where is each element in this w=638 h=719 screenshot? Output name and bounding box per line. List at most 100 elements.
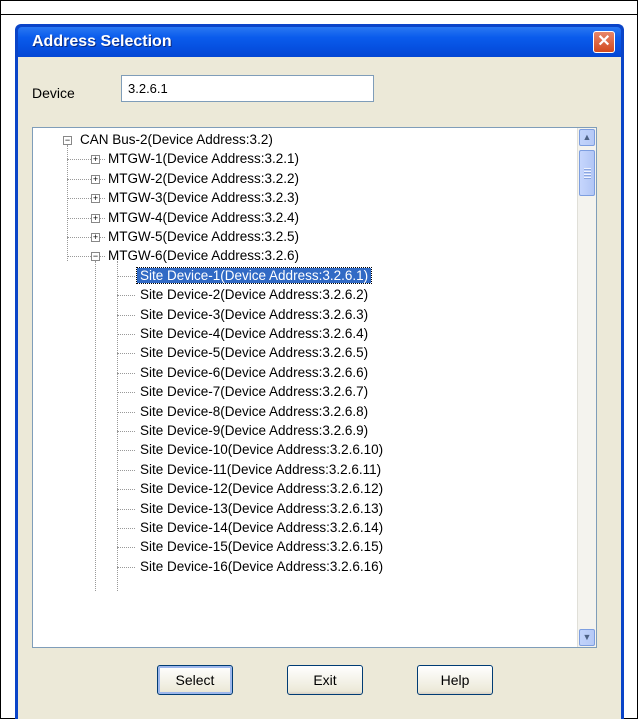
tree-node-site-device-5[interactable]: Site Device-5(Device Address:3.2.6.5)	[137, 344, 371, 362]
tree-connector-line	[117, 566, 135, 568]
expand-icon[interactable]: +	[91, 213, 100, 223]
scroll-thumb[interactable]	[579, 150, 595, 196]
dialog-client-area: Device CAN Bus-2(Device Address:3.2)−MTG…	[18, 57, 621, 719]
tree-connector-line	[100, 198, 105, 200]
close-button[interactable]: ✕	[593, 31, 615, 53]
device-input[interactable]	[121, 75, 374, 102]
expand-icon[interactable]: +	[91, 155, 100, 165]
tree-node-site-device-15[interactable]: Site Device-15(Device Address:3.2.6.15)	[137, 538, 386, 556]
tree-connector-line	[117, 547, 135, 549]
tree-connector-line	[117, 508, 135, 510]
close-icon: ✕	[597, 33, 611, 50]
address-selection-dialog: Address Selection ✕ Device CAN Bus-2(Dev…	[15, 24, 624, 719]
collapse-icon[interactable]: −	[63, 136, 72, 145]
chevron-up-icon: ▲	[582, 132, 592, 142]
tree-node-mtgw-3-label: MTGW-3(Device Address:3.2.3)	[108, 190, 300, 206]
tree-node-site-device-4[interactable]: Site Device-4(Device Address:3.2.6.4)	[137, 325, 371, 343]
thumb-grip	[584, 168, 591, 170]
tree-node-mtgw-1[interactable]: MTGW-1(Device Address:3.2.1)	[105, 150, 302, 168]
expand-icon[interactable]: +	[91, 174, 100, 184]
tree-node-site-device-10-label: Site Device-10(Device Address:3.2.6.10)	[140, 442, 384, 458]
tree-node-mtgw-4[interactable]: MTGW-4(Device Address:3.2.4)	[105, 209, 302, 227]
tree-connector-line	[95, 261, 96, 592]
tree-node-site-device-14[interactable]: Site Device-14(Device Address:3.2.6.14)	[137, 519, 386, 537]
tree-node-site-device-2-label: Site Device-2(Device Address:3.2.6.2)	[140, 287, 369, 303]
tree-node-mtgw-3[interactable]: MTGW-3(Device Address:3.2.3)	[105, 189, 302, 207]
tree-node-site-device-7[interactable]: Site Device-7(Device Address:3.2.6.7)	[137, 383, 371, 401]
tree-connector-line	[117, 431, 135, 432]
title-bar[interactable]: Address Selection ✕	[18, 27, 621, 57]
tree-connector-line	[67, 256, 91, 258]
tree-node-site-device-15-label: Site Device-15(Device Address:3.2.6.15)	[140, 539, 384, 555]
tree-connector-line	[100, 159, 105, 161]
tree-node-site-device-1-label: Site Device-1(Device Address:3.2.6.1)	[135, 266, 373, 284]
tree-connector-line	[117, 392, 135, 394]
device-label: Device	[32, 85, 75, 101]
tree-connector-line	[117, 314, 135, 316]
expand-icon[interactable]: +	[91, 233, 100, 242]
tree-connector-line	[67, 159, 91, 161]
tree-connector-line	[100, 178, 105, 180]
tree-node-site-device-6[interactable]: Site Device-6(Device Address:3.2.6.6)	[137, 364, 371, 382]
select-button[interactable]: Select	[157, 665, 233, 695]
tree-connector-line	[117, 450, 135, 452]
tree-connector-line	[100, 256, 105, 258]
tree-node-mtgw-6-label: MTGW-6(Device Address:3.2.6)	[108, 248, 300, 264]
tree-connector-line	[67, 217, 91, 219]
tree-connector-line	[117, 334, 135, 335]
tree-node-site-device-12-label: Site Device-12(Device Address:3.2.6.12)	[140, 481, 384, 497]
tree-node-can-bus-2[interactable]: CAN Bus-2(Device Address:3.2)	[77, 131, 276, 149]
tree-node-site-device-16-label: Site Device-16(Device Address:3.2.6.16)	[140, 558, 384, 574]
thumb-grip	[584, 171, 591, 173]
tree-node-site-device-9-label: Site Device-9(Device Address:3.2.6.9)	[140, 423, 369, 438]
tree-node-mtgw-2-label: MTGW-2(Device Address:3.2.2)	[108, 170, 300, 186]
tree-connector-line	[117, 469, 135, 471]
tree-node-site-device-9[interactable]: Site Device-9(Device Address:3.2.6.9)	[137, 422, 371, 440]
tree-node-site-device-4-label: Site Device-4(Device Address:3.2.6.4)	[140, 326, 369, 341]
tree-node-mtgw-6[interactable]: MTGW-6(Device Address:3.2.6)	[105, 247, 302, 265]
tree-connector-line	[100, 237, 105, 238]
tree-content: CAN Bus-2(Device Address:3.2) − MTGW-1(Dev…	[33, 128, 578, 647]
exit-button[interactable]: Exit	[287, 665, 363, 695]
tree-node-site-device-10[interactable]: Site Device-10(Device Address:3.2.6.10)	[137, 441, 386, 459]
tree-node-site-device-1[interactable]: Site Device-1(Device Address:3.2.6.1)	[135, 266, 373, 285]
tree-node-site-device-16[interactable]: Site Device-16(Device Address:3.2.6.16)	[137, 558, 386, 576]
tree-node-site-device-8[interactable]: Site Device-8(Device Address:3.2.6.8)	[137, 403, 371, 421]
tree-node-site-device-12[interactable]: Site Device-12(Device Address:3.2.6.12)	[137, 480, 386, 498]
tree-node-site-device-13[interactable]: Site Device-13(Device Address:3.2.6.13)	[137, 500, 386, 518]
help-button[interactable]: Help	[417, 665, 493, 695]
outer-divider	[0, 14, 638, 15]
tree-node-site-device-8-label: Site Device-8(Device Address:3.2.6.8)	[140, 403, 369, 419]
tree-connector-line	[100, 217, 105, 219]
tree-node-mtgw-5-label: MTGW-5(Device Address:3.2.5)	[108, 229, 300, 244]
expand-icon[interactable]: +	[91, 194, 100, 204]
tree-node-site-device-2[interactable]: Site Device-2(Device Address:3.2.6.2)	[137, 286, 371, 304]
address-tree[interactable]: CAN Bus-2(Device Address:3.2) − MTGW-1(Dev…	[32, 127, 597, 648]
tree-node-mtgw-5[interactable]: MTGW-5(Device Address:3.2.5)	[105, 228, 302, 246]
thumb-grip	[584, 174, 591, 176]
tree-node-mtgw-1-label: MTGW-1(Device Address:3.2.1)	[108, 151, 300, 167]
tree-connector-line	[67, 237, 91, 238]
tree-connector-line	[117, 411, 135, 413]
tree-node-mtgw-2[interactable]: MTGW-2(Device Address:3.2.2)	[105, 170, 302, 188]
tree-node-site-device-6-label: Site Device-6(Device Address:3.2.6.6)	[140, 364, 369, 380]
tree-node-site-device-11[interactable]: Site Device-11(Device Address:3.2.6.11)	[137, 461, 384, 479]
tree-node-mtgw-4-label: MTGW-4(Device Address:3.2.4)	[108, 209, 300, 225]
tree-connector-line	[117, 261, 118, 592]
tree-connector-line	[117, 489, 135, 491]
tree-connector-line	[67, 145, 68, 262]
tree-node-site-device-11-label: Site Device-11(Device Address:3.2.6.11)	[140, 461, 382, 477]
scroll-down-button[interactable]: ▼	[579, 629, 595, 646]
tree-node-site-device-3-label: Site Device-3(Device Address:3.2.6.3)	[140, 306, 369, 322]
vertical-scrollbar[interactable]: ▲ ▼	[577, 128, 596, 647]
tree-node-site-device-3[interactable]: Site Device-3(Device Address:3.2.6.3)	[137, 306, 371, 324]
dialog-title: Address Selection	[32, 33, 172, 50]
tree-connector-line	[67, 178, 91, 180]
tree-node-site-device-14-label: Site Device-14(Device Address:3.2.6.14)	[140, 520, 384, 535]
scroll-up-button[interactable]: ▲	[579, 129, 595, 146]
tree-node-site-device-5-label: Site Device-5(Device Address:3.2.6.5)	[140, 345, 369, 361]
collapse-icon[interactable]: −	[91, 252, 100, 262]
thumb-grip	[584, 177, 591, 179]
tree-connector-line	[117, 528, 135, 529]
tree-node-site-device-13-label: Site Device-13(Device Address:3.2.6.13)	[140, 500, 384, 516]
